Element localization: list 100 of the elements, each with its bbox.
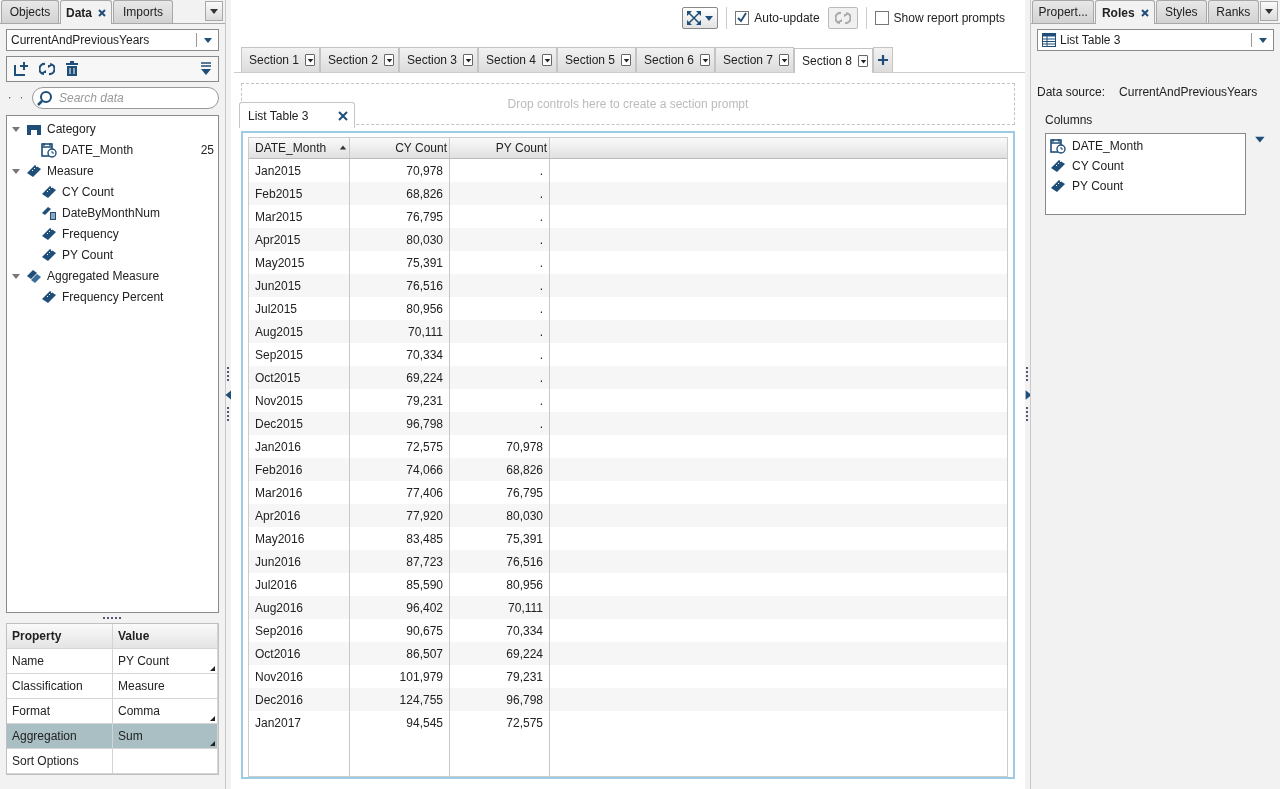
refresh-icon[interactable] — [39, 61, 55, 77]
dropdown-arrow-icon — [202, 35, 213, 45]
dropdown-arrow-icon — [1257, 35, 1268, 45]
section-tab[interactable]: Section 1 — [241, 47, 320, 72]
role-item[interactable]: CY Count — [1050, 156, 1242, 176]
panel-tab[interactable]: Roles — [1095, 0, 1155, 24]
table-cell: 72,575 — [450, 711, 550, 734]
show-prompts-checkbox[interactable]: Show report prompts — [874, 11, 1005, 25]
data-source-label: Data source: — [1037, 85, 1106, 99]
section-tab[interactable]: Section 7 — [715, 47, 794, 72]
table-cell: 94,545 — [350, 711, 450, 734]
property-row[interactable]: Format Comma — [7, 699, 218, 724]
dropdown-arrow-icon — [859, 57, 867, 65]
ruler-icon — [41, 184, 57, 199]
tree-item[interactable]: Frequency Percent — [7, 286, 218, 307]
column-header[interactable]: PY Count — [450, 138, 550, 158]
plus-icon — [877, 54, 889, 66]
role-item[interactable]: PY Count — [1050, 176, 1242, 196]
fit-view-button[interactable] — [682, 7, 719, 29]
column-header[interactable]: DATE_Month — [249, 138, 350, 158]
panel-tab[interactable]: Imports — [113, 0, 173, 23]
sort-ascending-icon — [339, 144, 347, 152]
role-item[interactable]: DATE_Month — [1050, 136, 1242, 156]
dropdown-arrow-icon — [306, 56, 314, 64]
tree-item[interactable]: CY Count — [7, 181, 218, 202]
grip-icon[interactable] — [1026, 406, 1029, 423]
tab-menu-button[interactable] — [205, 1, 223, 21]
check-icon — [736, 12, 749, 24]
close-icon[interactable] — [1140, 8, 1149, 17]
grip-icon[interactable] — [227, 406, 230, 423]
search-input[interactable]: Search data — [57, 90, 218, 106]
ruler-icon — [26, 163, 42, 178]
tree-item[interactable]: PY Count — [7, 244, 218, 265]
property-row[interactable]: Classification Measure — [7, 674, 218, 699]
panel-tab[interactable]: Ranks — [1207, 0, 1260, 23]
item-count: 25 — [200, 142, 214, 157]
dropdown-arrow-icon — [1264, 6, 1275, 16]
ruler-icon — [41, 289, 57, 304]
property-row[interactable]: Aggregation Sum — [7, 724, 218, 749]
grip-icon[interactable] — [227, 366, 230, 383]
tree-item[interactable]: Aggregated Measure — [7, 265, 218, 286]
section-tab[interactable]: Section 5 — [557, 47, 636, 72]
section-tab[interactable]: Section 6 — [636, 47, 715, 72]
section-tab[interactable]: Section 4 — [478, 47, 557, 72]
refresh-icon — [834, 10, 851, 26]
columns-label: Columns — [1044, 113, 1094, 127]
property-name: Classification — [7, 674, 113, 698]
calendar-clock-icon — [41, 141, 57, 158]
tree-item[interactable]: DateByMonthNum — [7, 202, 218, 223]
property-row[interactable]: Name PY Count — [7, 649, 218, 674]
filter-menu-icon[interactable] — [200, 61, 212, 77]
dropdown-arrow-icon — [543, 56, 551, 64]
expand-arrows-icon — [686, 10, 703, 26]
ruler-with-bin-icon — [41, 205, 57, 220]
table-cell: Jan2017 — [249, 711, 350, 734]
grip-icon[interactable] — [102, 616, 123, 620]
tree-item[interactable]: Frequency — [7, 223, 218, 244]
ruler-icon — [1050, 179, 1066, 193]
tree-item[interactable]: Category — [7, 118, 218, 139]
section-tab[interactable]: Section 3 — [399, 47, 478, 72]
search-field[interactable]: Search data — [32, 87, 219, 109]
property-row[interactable]: Sort Options — [7, 749, 218, 774]
ruler-icon — [41, 247, 57, 262]
auto-update-checkbox[interactable]: Auto-update — [735, 11, 820, 25]
column-header[interactable]: CY Count — [350, 138, 450, 158]
add-section-button[interactable] — [873, 47, 893, 72]
dropdown-arrow-icon — [385, 56, 393, 64]
data-source-select[interactable]: CurrentAndPreviousYears — [6, 29, 219, 51]
panel-tab[interactable]: Data — [60, 0, 112, 24]
calendar-clock-icon — [1050, 138, 1066, 154]
dropdown-arrow-icon — [209, 6, 219, 16]
data-source-name: CurrentAndPreviousYears — [1119, 85, 1258, 99]
panel-tab[interactable]: Objects — [1, 0, 59, 23]
dropdown-arrow-icon — [464, 56, 472, 64]
property-name: Sort Options — [7, 749, 113, 773]
trash-icon[interactable] — [65, 61, 79, 77]
stacked-ruler-icon — [26, 268, 42, 283]
prompt-hint: Drop controls here to create a section prompt — [507, 97, 749, 111]
add-item-icon[interactable] — [13, 61, 29, 77]
property-name: Format — [7, 699, 113, 723]
close-icon[interactable] — [338, 110, 348, 121]
panel-tab[interactable]: Propert... — [1032, 0, 1095, 23]
ruler-icon — [1050, 159, 1066, 173]
dropdown-arrow-icon — [701, 56, 709, 64]
tree-item[interactable]: Measure — [7, 160, 218, 181]
tab-menu-button[interactable] — [1260, 1, 1278, 21]
section-tab[interactable]: Section 2 — [320, 47, 399, 72]
section-tab[interactable]: Section 8 — [794, 48, 873, 73]
dropdown-arrow-icon — [780, 56, 788, 64]
panel-tab[interactable]: Styles — [1156, 0, 1207, 23]
property-value: Measure — [113, 674, 218, 698]
ruler-icon — [41, 226, 57, 241]
column-header: Value — [113, 624, 218, 648]
property-name: Name — [7, 649, 113, 673]
object-select[interactable]: List Table 3 — [1037, 29, 1274, 51]
object-tab[interactable]: List Table 3 — [239, 102, 355, 128]
tree-item[interactable]: DATE_Month 25 — [7, 139, 218, 160]
grip-icon[interactable] — [1026, 366, 1029, 383]
table-icon — [1042, 33, 1056, 47]
close-icon[interactable] — [98, 8, 106, 17]
